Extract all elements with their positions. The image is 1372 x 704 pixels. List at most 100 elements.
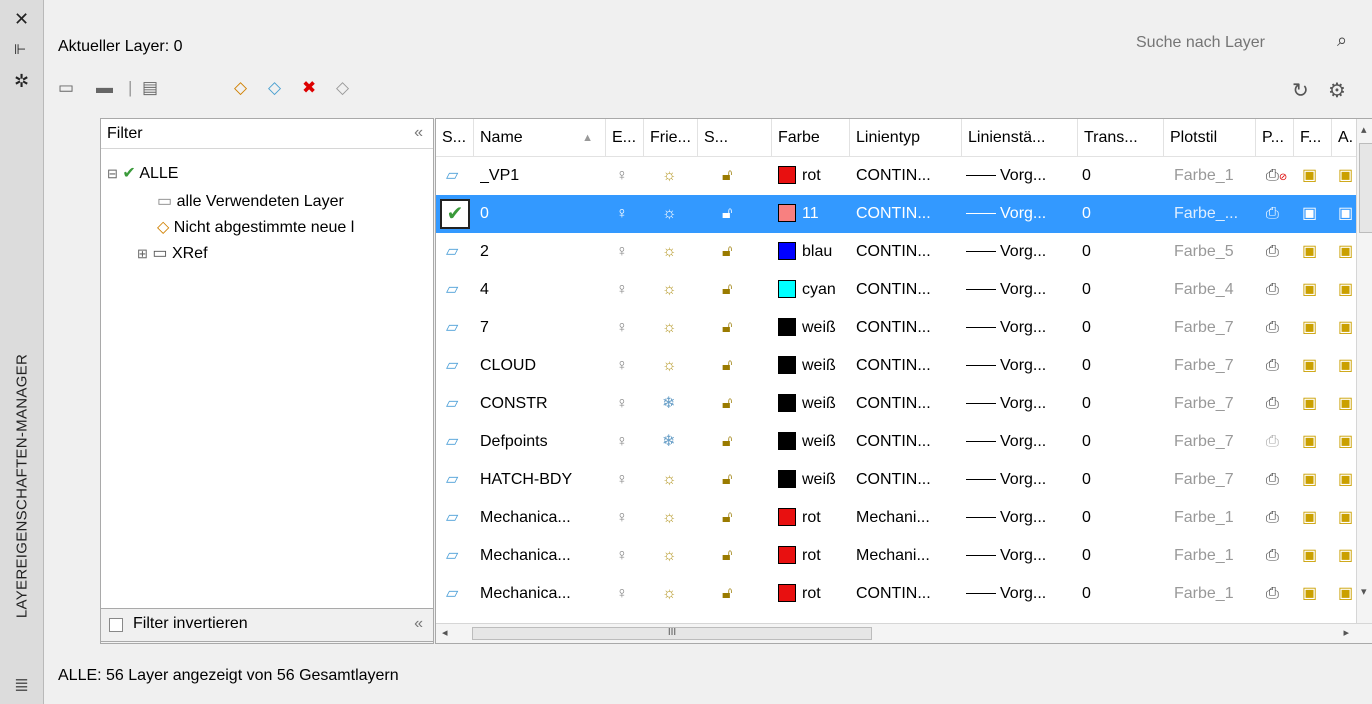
transparency-cell[interactable]: 0 [1082, 233, 1162, 271]
table-row[interactable]: ▱ Defpoints ♀ ❄ 🔓︎ weiß CONTIN... Vorg... 0 Farbe… [436, 423, 1358, 461]
new-vp-freeze-cell[interactable]: ▣ [1302, 195, 1332, 233]
new-vp-frozen-layer-icon[interactable]: ◇ [268, 78, 281, 98]
col-lineweight[interactable]: Linienstä... [962, 119, 1078, 157]
frozen-icon[interactable]: ❄ [662, 395, 675, 412]
on-off-cell[interactable]: ♀ [616, 271, 644, 309]
color-cell[interactable]: blau [778, 233, 850, 271]
plotstyle-cell[interactable]: Farbe_... [1174, 195, 1256, 233]
lineweight-cell[interactable]: Vorg... [966, 423, 1078, 461]
on-off-cell[interactable]: ♀ [616, 575, 644, 607]
col-on[interactable]: E... [606, 119, 644, 157]
frozen-icon[interactable]: ❄ [662, 433, 675, 450]
linetype-cell[interactable]: CONTIN... [856, 461, 962, 499]
thawed-icon[interactable]: ☼ [662, 319, 677, 336]
col-plotstyle[interactable]: Plotstil [1164, 119, 1256, 157]
plot-cell[interactable]: ⎙ [1266, 385, 1294, 423]
new-layer-icon[interactable]: ◇ [234, 78, 247, 98]
col-vp-freeze[interactable]: F... [1294, 119, 1332, 157]
layer-name[interactable]: 2 [480, 233, 606, 271]
autohide-icon[interactable]: ⊩ [14, 40, 26, 58]
lock-cell[interactable]: 🔓︎ [722, 271, 762, 309]
layer-name[interactable]: HATCH-BDY [480, 461, 606, 499]
status-cell[interactable]: ▱ [436, 157, 474, 195]
linetype-cell[interactable]: CONTIN... [856, 157, 962, 195]
linetype-cell[interactable]: CONTIN... [856, 271, 962, 309]
lock-cell[interactable]: 🔓︎ [722, 575, 762, 607]
col-more[interactable]: A. [1332, 119, 1358, 157]
thawed-icon[interactable]: ☼ [662, 281, 677, 298]
color-cell[interactable]: cyan [778, 271, 850, 309]
color-cell[interactable]: rot [778, 499, 850, 537]
status-cell[interactable]: ▱ [436, 347, 474, 385]
status-cell[interactable]: ✔ [436, 195, 474, 233]
plot-icon[interactable]: ⎙ [1266, 509, 1279, 526]
collapse-icon[interactable]: « [414, 615, 423, 633]
table-row[interactable]: ▱ HATCH-BDY ♀ ☼ 🔓︎ weiß CONTIN... Vorg... 0 Farbe… [436, 461, 1358, 499]
linetype-cell[interactable]: Mechani... [856, 537, 962, 575]
plot-icon[interactable]: ⎙ [1266, 205, 1279, 222]
set-current-icon[interactable]: ◇ [336, 78, 349, 98]
freeze-cell[interactable]: ☼ [662, 271, 698, 309]
lineweight-cell[interactable]: Vorg... [966, 575, 1078, 607]
plotstyle-cell[interactable]: Farbe_1 [1174, 499, 1256, 537]
plot-icon[interactable]: ⎙ [1266, 319, 1279, 336]
color-cell[interactable]: weiß [778, 423, 850, 461]
linetype-cell[interactable]: CONTIN... [856, 309, 962, 347]
freeze-cell[interactable]: ☼ [662, 499, 698, 537]
col-lock[interactable]: S... [698, 119, 772, 157]
tree-item-alle[interactable]: ⊟ ✔ ALLE [107, 163, 178, 183]
new-group-filter-icon[interactable]: ▬ [96, 78, 113, 98]
freeze-cell[interactable]: ☼ [662, 195, 698, 233]
col-name[interactable]: Name ▲ [474, 119, 606, 157]
lock-cell[interactable]: 🔓︎ [722, 385, 762, 423]
plotstyle-cell[interactable]: Farbe_7 [1174, 309, 1256, 347]
status-cell[interactable]: ▱ [436, 537, 474, 575]
invert-filter-checkbox[interactable] [109, 618, 123, 632]
collapse-tree-icon[interactable]: ⊟ [107, 166, 118, 181]
more-cell[interactable]: ▣ [1338, 347, 1358, 385]
on-off-cell[interactable]: ♀ [616, 537, 644, 575]
linetype-cell[interactable]: CONTIN... [856, 575, 962, 607]
on-off-cell[interactable]: ♀ [616, 385, 644, 423]
color-cell[interactable]: weiß [778, 347, 850, 385]
refresh-icon[interactable]: ↻ [1292, 78, 1309, 103]
layer-name[interactable]: CONSTR [480, 385, 606, 423]
layer-name[interactable]: Mechanica... [480, 537, 606, 575]
lock-cell[interactable]: 🔓︎ [722, 347, 762, 385]
more-cell[interactable]: ▣ [1338, 309, 1358, 347]
new-vp-freeze-cell[interactable]: ▣ [1302, 537, 1332, 575]
thawed-icon[interactable]: ☼ [662, 547, 677, 564]
transparency-cell[interactable]: 0 [1082, 537, 1162, 575]
status-cell[interactable]: ▱ [436, 499, 474, 537]
tree-item-unreconciled[interactable]: ◇ Nicht abgestimmte neue l [157, 217, 354, 237]
thawed-icon[interactable]: ☼ [662, 167, 677, 184]
scroll-thumb[interactable]: III [472, 627, 872, 640]
lineweight-cell[interactable]: Vorg... [966, 157, 1078, 195]
layer-name[interactable]: 4 [480, 271, 606, 309]
lock-cell[interactable]: 🔓︎ [722, 157, 762, 195]
linetype-cell[interactable]: CONTIN... [856, 195, 962, 233]
transparency-cell[interactable]: 0 [1082, 423, 1162, 461]
transparency-cell[interactable]: 0 [1082, 461, 1162, 499]
lineweight-cell[interactable]: Vorg... [966, 233, 1078, 271]
more-cell[interactable]: ▣ [1338, 575, 1358, 607]
more-cell[interactable]: ▣ [1338, 271, 1358, 309]
plotstyle-cell[interactable]: Farbe_7 [1174, 423, 1256, 461]
lock-cell[interactable]: 🔓︎ [722, 499, 762, 537]
col-freeze[interactable]: Frie... [644, 119, 698, 157]
plot-cell[interactable]: ⎙ [1266, 461, 1294, 499]
lineweight-cell[interactable]: Vorg... [966, 195, 1078, 233]
lineweight-cell[interactable]: Vorg... [966, 309, 1078, 347]
plotstyle-cell[interactable]: Farbe_7 [1174, 461, 1256, 499]
new-vp-freeze-cell[interactable]: ▣ [1302, 309, 1332, 347]
new-vp-freeze-cell[interactable]: ▣ [1302, 499, 1332, 537]
col-transparency[interactable]: Trans... [1078, 119, 1164, 157]
status-cell[interactable]: ▱ [436, 423, 474, 461]
table-row[interactable]: ▱ 2 ♀ ☼ 🔓︎ blau CONTIN... Vorg... 0 Farbe_5 ⎙ ▣ ▣ [436, 233, 1358, 271]
new-vp-freeze-cell[interactable]: ▣ [1302, 385, 1332, 423]
on-off-cell[interactable]: ♀ [616, 423, 644, 461]
col-status[interactable]: S... [436, 119, 474, 157]
color-cell[interactable]: rot [778, 575, 850, 607]
more-cell[interactable]: ▣ [1338, 157, 1358, 195]
freeze-cell[interactable]: ❄ [662, 385, 698, 423]
